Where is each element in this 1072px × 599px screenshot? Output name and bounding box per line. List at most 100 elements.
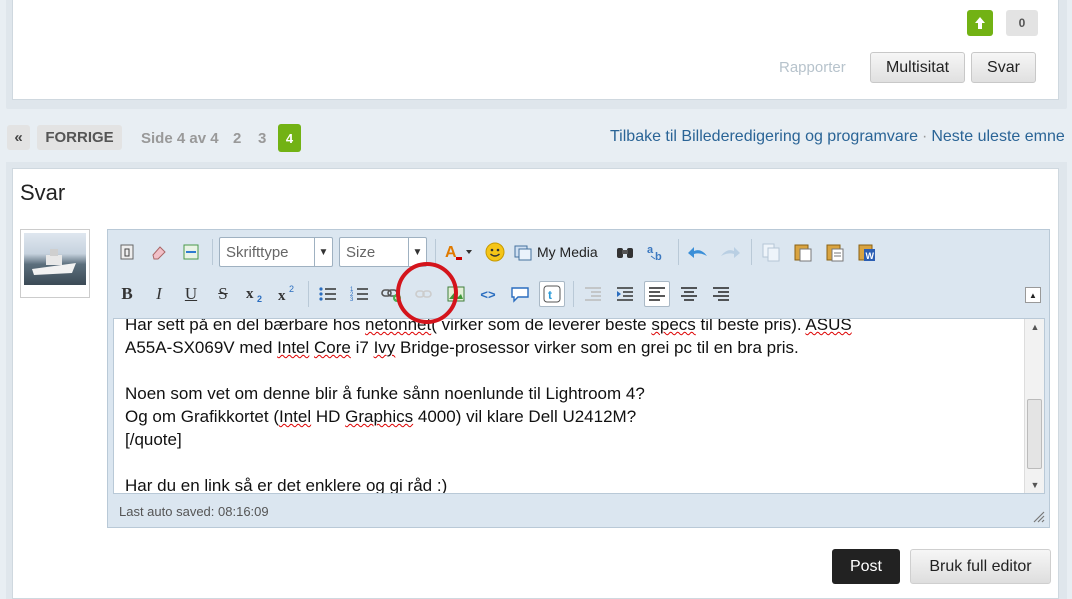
- resize-grip-icon[interactable]: [1031, 509, 1045, 523]
- replace-button[interactable]: ab: [644, 239, 670, 265]
- horizontal-rule-icon: [183, 244, 199, 260]
- avatar: [20, 229, 90, 298]
- align-right-button[interactable]: [708, 281, 734, 307]
- page-link-2[interactable]: 2: [233, 130, 241, 147]
- like-button[interactable]: [967, 10, 993, 36]
- find-button[interactable]: [612, 239, 638, 265]
- multiquote-button[interactable]: Multisitat: [870, 52, 965, 83]
- current-page: 4: [278, 124, 301, 152]
- paste-text-button[interactable]: [822, 239, 848, 265]
- text-color-button[interactable]: A: [442, 239, 476, 265]
- reply-button[interactable]: Svar: [971, 52, 1036, 83]
- align-center-icon: [681, 287, 697, 301]
- topic-navigation: Tilbake til Billederedigering og program…: [610, 128, 1072, 146]
- next-unread-link[interactable]: Neste uleste emne →: [931, 128, 1072, 145]
- source-toggle-button[interactable]: [114, 239, 140, 265]
- align-right-icon: [713, 287, 729, 301]
- eraser-icon: [152, 246, 166, 260]
- editor-line-5: [/quote]: [125, 430, 182, 449]
- toolbar-separator: [308, 281, 309, 307]
- underline-icon: U: [184, 284, 198, 303]
- svg-text:2: 2: [257, 294, 262, 304]
- page-link-3[interactable]: 3: [258, 130, 266, 147]
- svg-text:b: b: [655, 251, 662, 262]
- undo-button[interactable]: [685, 239, 711, 265]
- autosave-status: Last auto saved: 08:16:09: [119, 504, 269, 519]
- reply-textarea[interactable]: Har sett på en del bærbare hos netonnet(…: [113, 318, 1045, 494]
- strikethrough-button[interactable]: S: [210, 281, 236, 307]
- smiley-icon: [485, 242, 505, 262]
- numbered-list-button[interactable]: 123: [347, 281, 373, 307]
- svg-text:a: a: [647, 244, 654, 256]
- post-button[interactable]: Post: [832, 549, 900, 584]
- twitter-icon: t: [543, 285, 561, 303]
- smiley-button[interactable]: [482, 239, 508, 265]
- svg-text:2: 2: [289, 284, 294, 294]
- paste-button[interactable]: [790, 239, 816, 265]
- toolbar-separator: [435, 239, 436, 265]
- redo-icon: [720, 247, 740, 258]
- my-media-button[interactable]: My Media: [514, 243, 598, 261]
- quote-button[interactable]: [507, 281, 533, 307]
- font-size-select[interactable]: Size ▼: [339, 237, 427, 267]
- full-editor-button[interactable]: Bruk full editor: [910, 549, 1051, 584]
- editor-line-3: Noen som vet om denne blir å funke sånn …: [125, 384, 645, 403]
- toolbar-separator: [212, 239, 213, 265]
- outdent-icon: [585, 287, 601, 301]
- underline-button[interactable]: U: [178, 281, 204, 307]
- nav-separator: ·: [922, 128, 928, 145]
- source-icon: [120, 244, 134, 260]
- editor-line-2: A55A-SX069V med Intel Core i7 Ivy Bridge…: [125, 338, 799, 357]
- scroll-down-icon[interactable]: ▼: [1025, 480, 1044, 490]
- align-left-button[interactable]: [644, 281, 670, 307]
- svg-text:x: x: [278, 288, 286, 304]
- numbered-list-icon: 123: [350, 287, 368, 303]
- editor-scrollbar[interactable]: ▲ ▼: [1024, 319, 1044, 493]
- subscript-button[interactable]: x2: [242, 281, 268, 307]
- code-button[interactable]: <>: [475, 281, 501, 307]
- text-color-icon: A: [445, 244, 472, 261]
- strikethrough-icon: S: [218, 284, 228, 303]
- align-center-button[interactable]: [676, 281, 702, 307]
- editor-content: Har sett på en del bærbare hos netonnet(…: [125, 318, 852, 493]
- bulleted-list-button[interactable]: [315, 281, 341, 307]
- svg-text:x: x: [246, 286, 254, 302]
- copy-button[interactable]: [758, 239, 784, 265]
- italic-button[interactable]: I: [146, 281, 172, 307]
- rich-text-editor: Skrifttype ▼ Size ▼ A My Media ab W B I U …: [107, 229, 1050, 528]
- arrow-up-icon: [975, 17, 985, 29]
- superscript-button[interactable]: x2: [274, 281, 300, 307]
- scroll-thumb[interactable]: [1027, 399, 1042, 469]
- my-media-label: My Media: [537, 244, 598, 260]
- superscript-icon: x2: [278, 284, 294, 304]
- toolbar-separator: [573, 281, 574, 307]
- code-icon: <>: [480, 286, 496, 302]
- paste-word-icon: W: [858, 244, 875, 261]
- horizontal-rule-button[interactable]: [178, 239, 204, 265]
- report-link[interactable]: Rapporter: [779, 59, 846, 76]
- scroll-up-icon[interactable]: ▲: [1025, 322, 1044, 332]
- indent-button[interactable]: [612, 281, 638, 307]
- redo-button[interactable]: [717, 239, 743, 265]
- reply-title: Svar: [20, 180, 66, 205]
- chevron-down-icon: ▼: [314, 238, 332, 266]
- outdent-button[interactable]: [580, 281, 606, 307]
- toolbar-separator: [750, 239, 752, 265]
- page-info: Side 4 av 4: [141, 130, 219, 147]
- editor-line-1: Har sett på en del bærbare hos netonnet(…: [125, 318, 852, 334]
- toolbar-row-1: Skrifttype ▼ Size ▼ A My Media ab W: [114, 235, 886, 269]
- bold-icon: B: [121, 284, 133, 303]
- like-count: 0: [1006, 10, 1038, 36]
- toolbar-separator: [677, 239, 679, 265]
- collapse-toolbar-button[interactable]: ▲: [1025, 287, 1041, 303]
- bold-button[interactable]: B: [114, 281, 140, 307]
- twitter-button[interactable]: t: [539, 281, 565, 307]
- italic-icon: I: [156, 284, 162, 303]
- font-family-select[interactable]: Skrifttype ▼: [219, 237, 333, 267]
- binoculars-icon: [616, 248, 633, 258]
- previous-page-button[interactable]: FORRIGE: [37, 125, 122, 150]
- first-page-button[interactable]: «: [7, 125, 30, 150]
- paste-word-button[interactable]: W: [854, 239, 880, 265]
- remove-format-button[interactable]: [146, 239, 172, 265]
- back-to-forum-link[interactable]: Tilbake til Billederedigering og program…: [610, 128, 918, 145]
